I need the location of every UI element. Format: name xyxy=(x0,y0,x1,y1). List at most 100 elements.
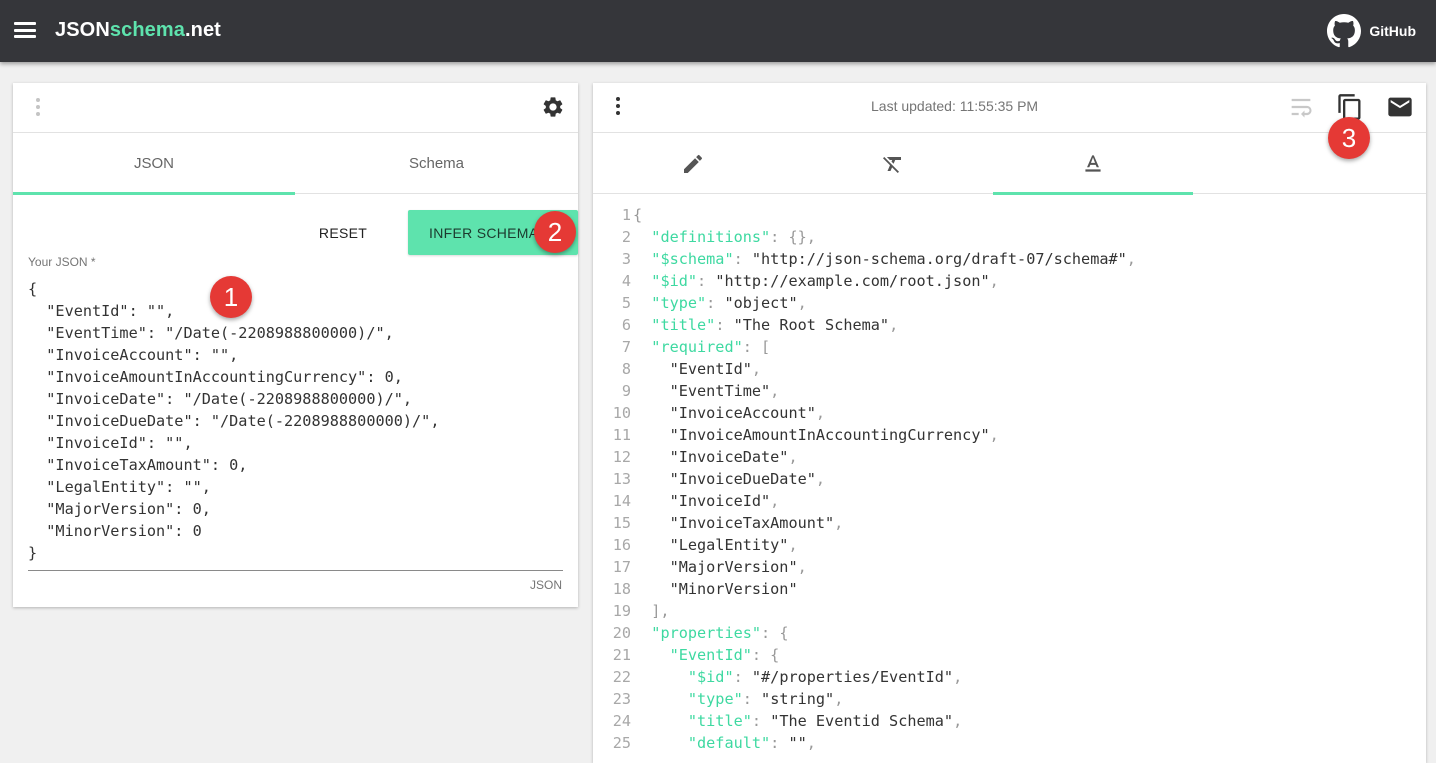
code-line: 4 "$id": "http://example.com/root.json", xyxy=(593,270,1426,292)
code-line: 21 "EventId": { xyxy=(593,644,1426,666)
line-number: 19 xyxy=(612,602,631,620)
code-line: 8 "EventId", xyxy=(593,358,1426,380)
code-line: 14 "InvoiceId", xyxy=(593,490,1426,512)
code-text: "EventTime", xyxy=(669,382,780,400)
tab-edit[interactable] xyxy=(593,133,793,194)
code-text: "required": [ xyxy=(651,338,771,356)
code-line: 2 "definitions": {}, xyxy=(593,226,1426,248)
annotation-badge-2: 2 xyxy=(534,211,576,253)
code-text: "$id": "#/properties/EventId", xyxy=(687,668,963,686)
code-line: 13 "InvoiceDueDate", xyxy=(593,468,1426,490)
tab-json[interactable]: JSON xyxy=(13,133,295,195)
code-text: "InvoiceAmountInAccountingCurrency", xyxy=(669,426,999,444)
json-input-card: JSON Schema RESET INFER SCHEMA Your JSON… xyxy=(13,83,578,607)
line-number: 23 xyxy=(612,690,631,708)
line-number: 20 xyxy=(612,624,631,642)
code-text: "LegalEntity", xyxy=(669,536,798,554)
code-text: "MinorVersion" xyxy=(669,580,798,598)
right-tabs xyxy=(593,133,1426,195)
wrap-text-icon[interactable] xyxy=(1287,93,1315,121)
annotation-badge-3: 3 xyxy=(1328,117,1370,159)
line-number: 24 xyxy=(612,712,631,730)
line-number: 6 xyxy=(621,316,631,334)
code-line: 17 "MajorVersion", xyxy=(593,556,1426,578)
code-text: "default": "", xyxy=(687,734,816,752)
menu-icon[interactable] xyxy=(14,22,36,40)
line-number: 25 xyxy=(612,734,631,752)
code-line: 12 "InvoiceDate", xyxy=(593,446,1426,468)
code-line: 11 "InvoiceAmountInAccountingCurrency", xyxy=(593,424,1426,446)
right-more-vert-icon[interactable] xyxy=(610,95,626,117)
line-number: 12 xyxy=(612,448,631,466)
tab-text-format[interactable] xyxy=(993,133,1193,195)
schema-output-card: Last updated: 11:55:35 PM 1{2 "definitio… xyxy=(593,83,1426,763)
line-number: 11 xyxy=(612,426,631,444)
left-tabs: JSON Schema xyxy=(13,133,578,195)
code-line: 7 "required": [ xyxy=(593,336,1426,358)
code-text: "type": "string", xyxy=(687,690,844,708)
line-number: 4 xyxy=(621,272,631,290)
brand-schema: schema xyxy=(109,19,185,41)
code-text: "EventId": { xyxy=(669,646,780,664)
line-number: 5 xyxy=(621,294,631,312)
tab-clear-format[interactable] xyxy=(793,133,993,194)
json-textarea[interactable]: { "EventId": "", "EventTime": "/Date(-22… xyxy=(28,278,563,571)
line-number: 16 xyxy=(612,536,631,554)
code-line: 20 "properties": { xyxy=(593,622,1426,644)
code-text: "$id": "http://example.com/root.json", xyxy=(651,272,999,290)
code-line: 19 ], xyxy=(593,600,1426,622)
code-text: "InvoiceTaxAmount", xyxy=(669,514,844,532)
code-line: 18 "MinorVersion" xyxy=(593,578,1426,600)
json-field-label: Your JSON * xyxy=(28,255,96,269)
line-number: 15 xyxy=(612,514,631,532)
code-line: 24 "title": "The Eventid Schema", xyxy=(593,710,1426,732)
code-text: "properties": { xyxy=(651,624,789,642)
brand-title[interactable]: JSONschema.net xyxy=(55,19,221,42)
top-app-bar: JSONschema.net GitHub xyxy=(0,0,1436,62)
code-line: 25 "default": "", xyxy=(593,732,1426,754)
code-line: 10 "InvoiceAccount", xyxy=(593,402,1426,424)
json-field-hint: JSON xyxy=(529,578,562,592)
line-number: 7 xyxy=(621,338,631,356)
code-line: 1{ xyxy=(593,204,1426,226)
schema-code-view[interactable]: 1{2 "definitions": {}, 3 "$schema": "http… xyxy=(593,204,1426,763)
line-number: 22 xyxy=(612,668,631,686)
github-link[interactable]: GitHub xyxy=(1327,14,1416,48)
code-text: "InvoiceId", xyxy=(669,492,780,510)
reset-button[interactable]: RESET xyxy=(303,211,383,255)
last-updated-text: Last updated: 11:55:35 PM xyxy=(871,98,1039,114)
line-number: 10 xyxy=(612,404,631,422)
code-line: 5 "type": "object", xyxy=(593,292,1426,314)
annotation-badge-1: 1 xyxy=(210,276,252,318)
json-field-underline xyxy=(28,570,563,571)
left-more-vert-icon[interactable] xyxy=(30,96,46,118)
email-icon[interactable] xyxy=(1386,93,1414,121)
code-line: 3 "$schema": "http://json-schema.org/dra… xyxy=(593,248,1426,270)
code-text: "InvoiceDate", xyxy=(669,448,798,466)
settings-gear-icon[interactable] xyxy=(541,95,565,119)
code-line: 9 "EventTime", xyxy=(593,380,1426,402)
brand-json: JSON xyxy=(55,19,110,41)
code-text: "definitions": {}, xyxy=(651,228,816,246)
edit-icon xyxy=(684,154,703,173)
code-text: "type": "object", xyxy=(651,294,807,312)
line-number: 14 xyxy=(612,492,631,510)
line-number: 21 xyxy=(612,646,631,664)
line-number: 3 xyxy=(621,250,631,268)
code-text: "InvoiceAccount", xyxy=(669,404,826,422)
tab-schema[interactable]: Schema xyxy=(295,133,578,194)
line-number: 13 xyxy=(612,470,631,488)
line-number: 1 xyxy=(621,206,631,224)
code-text: "MajorVersion", xyxy=(669,558,807,576)
code-text: ], xyxy=(633,602,670,620)
code-text: { xyxy=(633,206,643,224)
code-text: "$schema": "http://json-schema.org/draft… xyxy=(651,250,1136,268)
code-text: "EventId", xyxy=(669,360,762,378)
clear-format-icon xyxy=(883,156,901,173)
code-text: "InvoiceDueDate", xyxy=(669,470,826,488)
left-card-header xyxy=(13,83,578,133)
code-text: "title": "The Root Schema", xyxy=(651,316,899,334)
code-line: 23 "type": "string", xyxy=(593,688,1426,710)
right-card-header: Last updated: 11:55:35 PM xyxy=(593,83,1426,133)
line-number: 17 xyxy=(612,558,631,576)
